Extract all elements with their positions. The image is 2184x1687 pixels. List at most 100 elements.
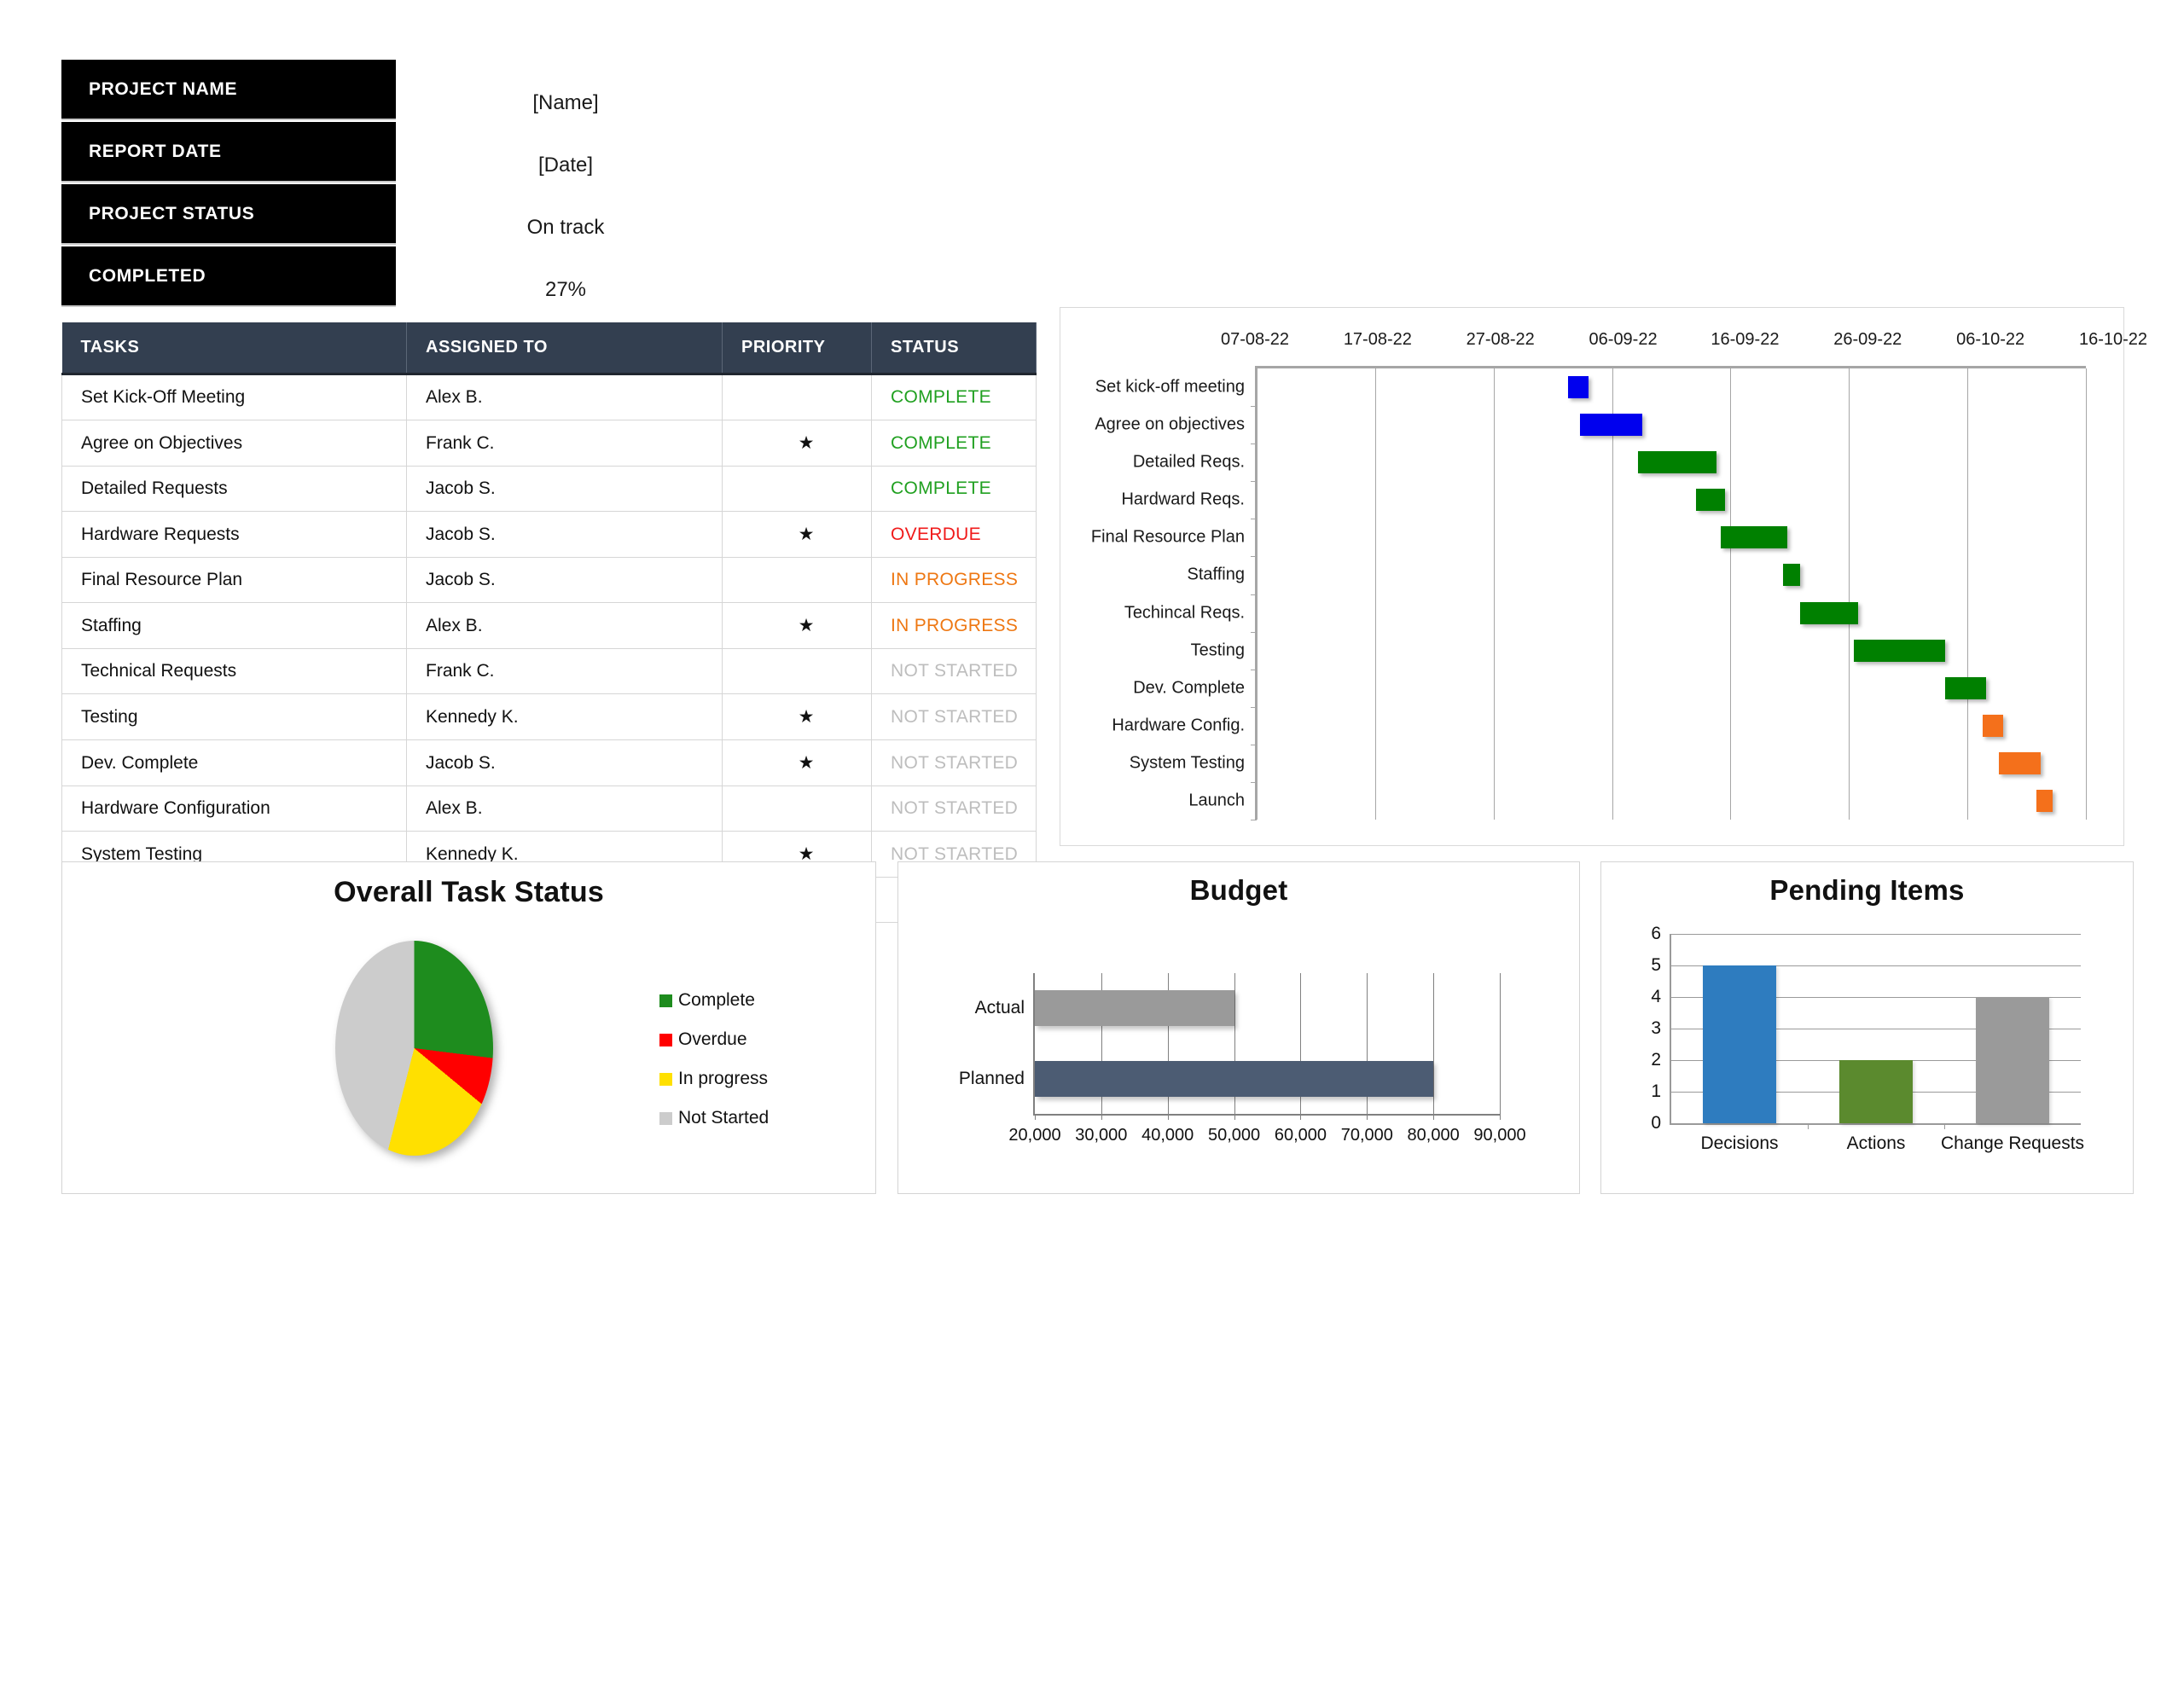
legend-swatch-icon (659, 1072, 672, 1086)
table-row[interactable]: Staffing Alex B. ★ IN PROGRESS (61, 602, 1037, 649)
cell-assigned: Alex B. (406, 602, 723, 649)
gantt-bar[interactable] (1982, 714, 2003, 737)
budget-x-label: 30,000 (1075, 1126, 1128, 1145)
pending-y-label: 4 (1651, 986, 1661, 1006)
status-badge: NOT STARTED (871, 693, 1037, 740)
table-row[interactable]: Hardware Configuration Alex B. NOT STARTED (61, 786, 1037, 832)
summary-row: PROJECT STATUS On track (61, 184, 1051, 245)
cell-assigned: Jacob S. (406, 466, 723, 512)
gantt-bar[interactable] (1998, 751, 2041, 774)
summary-row: PROJECT NAME [Name] (61, 60, 1051, 120)
gantt-gridline (1374, 368, 1376, 820)
gantt-date-tick: 06-09-22 (1589, 330, 1658, 349)
table-row[interactable]: Final Resource Plan Jacob S. IN PROGRESS (61, 557, 1037, 603)
pending-bar[interactable] (1838, 1060, 1914, 1123)
pending-bar[interactable] (1975, 997, 2050, 1123)
budget-bar[interactable] (1035, 990, 1234, 1027)
table-row[interactable]: Dev. Complete Jacob S. ★ NOT STARTED (61, 739, 1037, 786)
gantt-row-label: Testing (1190, 641, 1245, 660)
legend-item[interactable]: Not Started (659, 1108, 769, 1128)
gantt-row-label: Detailed Reqs. (1132, 452, 1245, 472)
gantt-bar[interactable] (1783, 564, 1800, 587)
cell-assigned: Jacob S. (406, 511, 723, 558)
cell-assigned: Jacob S. (406, 557, 723, 603)
status-badge: IN PROGRESS (871, 602, 1037, 649)
gantt-bar[interactable] (1638, 451, 1717, 474)
gantt-bar[interactable] (1799, 601, 1858, 624)
gantt-gridline (2086, 368, 2087, 820)
priority-star-icon: ★ (722, 693, 872, 740)
summary-value[interactable]: On track (396, 184, 1051, 245)
gantt-bar[interactable] (2036, 789, 2053, 812)
gantt-bar[interactable] (1696, 489, 1726, 512)
legend-swatch-icon (659, 1033, 672, 1046)
legend-item[interactable]: In progress (659, 1069, 769, 1089)
column-header-assigned[interactable]: ASSIGNED TO (406, 322, 723, 375)
legend-item[interactable]: Overdue (659, 1029, 769, 1050)
gantt-gridline (1849, 368, 1850, 820)
cell-task: Technical Requests (61, 648, 407, 694)
pending-y-label: 0 (1651, 1113, 1661, 1133)
budget-x-label: 60,000 (1274, 1126, 1327, 1145)
budget-x-tick (1101, 1114, 1102, 1120)
column-header-priority[interactable]: PRIORITY (722, 322, 872, 375)
legend-swatch-icon (659, 1111, 672, 1125)
gantt-row-label: Launch (1188, 791, 1245, 810)
gantt-gridline (1612, 368, 1613, 820)
summary-value[interactable]: 27% (396, 246, 1051, 307)
column-header-status[interactable]: STATUS (871, 322, 1037, 375)
budget-x-tick (1167, 1114, 1169, 1120)
budget-category-label: Planned (958, 1068, 1025, 1088)
cell-assigned: Kennedy K. (406, 693, 723, 740)
task-table-body: Set Kick-Off Meeting Alex B. COMPLETE Agree… (61, 374, 1037, 923)
legend-item[interactable]: Complete (659, 990, 769, 1011)
priority-star-icon: ★ (722, 420, 872, 467)
table-row[interactable]: Set Kick-Off Meeting Alex B. COMPLETE (61, 374, 1037, 420)
cell-assigned: Frank C. (406, 648, 723, 694)
budget-x-tick (1234, 1114, 1235, 1120)
budget-x-tick (1300, 1114, 1302, 1120)
status-badge: COMPLETE (871, 466, 1037, 512)
gantt-date-tick: 16-09-22 (1711, 330, 1780, 349)
cell-task: Hardware Requests (61, 511, 407, 558)
gantt-bar[interactable] (1580, 414, 1642, 437)
table-row[interactable]: Technical Requests Frank C. NOT STARTED (61, 648, 1037, 694)
gantt-axis-tick (1251, 594, 1257, 595)
summary-value[interactable]: [Name] (396, 60, 1051, 120)
cell-priority (722, 466, 872, 512)
gantt-bar[interactable] (1567, 376, 1589, 399)
summary-row: COMPLETED 27% (61, 246, 1051, 307)
gantt-bar[interactable] (1944, 676, 1987, 699)
table-row[interactable]: Detailed Requests Jacob S. COMPLETE (61, 466, 1037, 512)
cell-assigned: Alex B. (406, 374, 723, 420)
gantt-gridline (1730, 368, 1731, 820)
pending-category-label: Actions (1846, 1133, 1906, 1153)
pending-y-label: 1 (1651, 1081, 1661, 1101)
table-row[interactable]: Hardware Requests Jacob S. ★ OVERDUE (61, 511, 1037, 558)
table-header-row: TASKS ASSIGNED TO PRIORITY STATUS (61, 322, 1037, 375)
gantt-date-tick: 26-09-22 (1833, 330, 1902, 349)
gantt-bar[interactable] (1721, 526, 1788, 549)
gantt-date-axis: 07-08-22 17-08-22 27-08-22 06-09-22 16-09-22… (1221, 330, 2147, 356)
gantt-bar[interactable] (1853, 639, 1945, 662)
table-row[interactable]: Agree on Objectives Frank C. ★ COMPLETE (61, 420, 1037, 467)
budget-x-label: 40,000 (1141, 1126, 1194, 1145)
cell-task: Testing (61, 693, 407, 740)
cell-priority (722, 557, 872, 603)
status-badge: COMPLETE (871, 374, 1037, 420)
status-badge: COMPLETE (871, 420, 1037, 467)
budget-bar[interactable] (1035, 1060, 1434, 1097)
gantt-row-label: Agree on objectives (1095, 415, 1245, 434)
table-row[interactable]: Testing Kennedy K. ★ NOT STARTED (61, 693, 1037, 740)
cell-task: Final Resource Plan (61, 557, 407, 603)
budget-x-label: 20,000 (1008, 1126, 1061, 1145)
summary-value[interactable]: [Date] (396, 122, 1051, 183)
pending-y-label: 2 (1651, 1049, 1661, 1070)
gantt-row-label: System Testing (1129, 753, 1245, 773)
pending-bar[interactable] (1702, 965, 1777, 1123)
pie-shape (335, 941, 493, 1156)
column-header-tasks[interactable]: TASKS (61, 322, 407, 375)
gantt-row-label: Set kick-off meeting (1095, 377, 1245, 397)
status-badge: NOT STARTED (871, 739, 1037, 786)
cell-assigned: Frank C. (406, 420, 723, 467)
